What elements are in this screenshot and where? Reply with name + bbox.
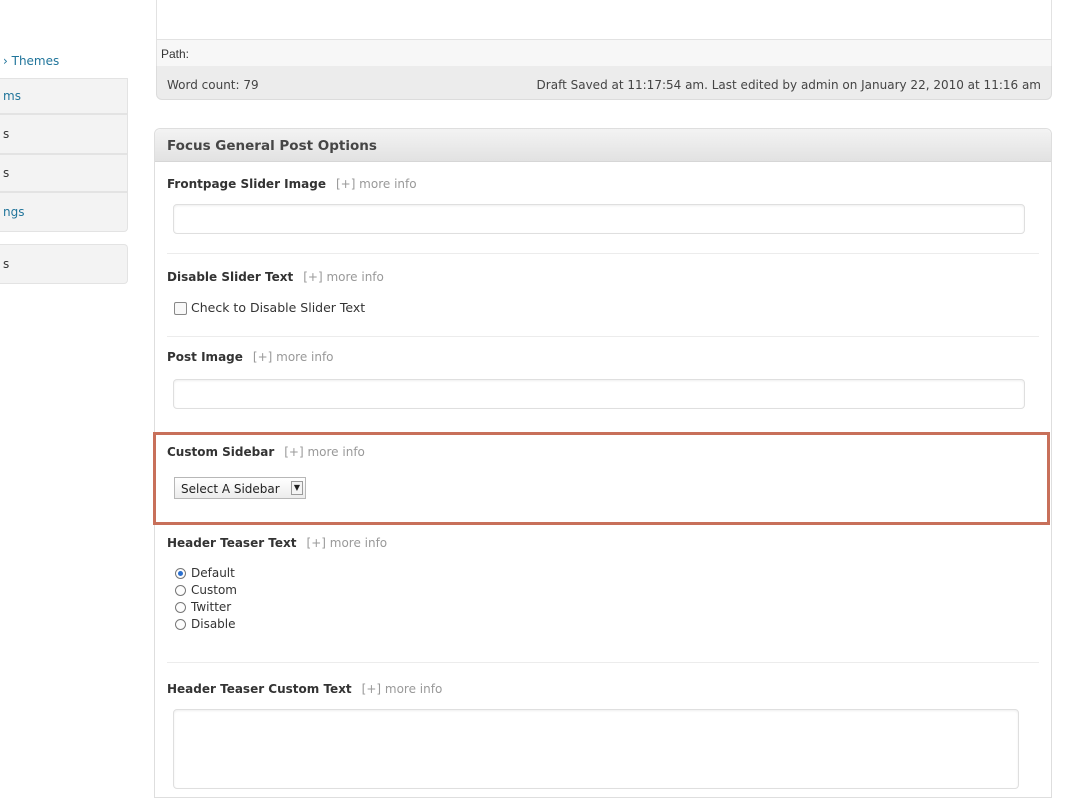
more-info-link[interactable]: [+] more info <box>362 682 443 696</box>
more-info-link[interactable]: [+] more info <box>253 350 334 364</box>
focus-post-options-panel: Focus General Post Options Frontpage Sli… <box>154 128 1052 798</box>
header-teaser-label-text: Header Teaser Text <box>167 536 297 550</box>
post-image-label-text: Post Image <box>167 350 243 364</box>
frontpage-slider-label: Frontpage Slider Image [+] more info <box>167 177 417 191</box>
frontpage-slider-input[interactable] <box>173 204 1025 234</box>
sidebar-item-label: s <box>3 166 10 180</box>
header-teaser-custom-label: Header Teaser Custom Text [+] more info <box>167 682 442 696</box>
header-teaser-custom-textarea[interactable] <box>173 709 1019 789</box>
custom-sidebar-select[interactable]: Select A Sidebar ▼ <box>174 477 306 499</box>
custom-sidebar-label: Custom Sidebar [+] more info <box>167 445 365 459</box>
sidebar-item-label: s <box>3 257 10 271</box>
sidebar-item-label: › Themes <box>3 54 60 68</box>
sidebar-item-4[interactable]: s <box>0 154 128 192</box>
admin-sidebar: › Themes ms s s ngs s <box>0 0 130 798</box>
editor-status-bar: Word count: 79 Draft Saved at 11:17:54 a… <box>156 66 1052 100</box>
panel-title: Focus General Post Options <box>167 138 377 154</box>
radio-default[interactable] <box>175 568 186 579</box>
radio-twitter[interactable] <box>175 602 186 613</box>
radio-custom[interactable] <box>175 585 186 596</box>
radio-custom-label[interactable]: Custom <box>191 583 237 597</box>
path-label: Path: <box>161 47 190 61</box>
disable-slider-label: Disable Slider Text [+] more info <box>167 270 384 284</box>
radio-disable[interactable] <box>175 619 186 630</box>
disable-slider-checkbox-label[interactable]: Check to Disable Slider Text <box>191 300 365 315</box>
more-info-link[interactable]: [+] more info <box>307 536 388 550</box>
post-image-input[interactable] <box>173 379 1025 409</box>
custom-sidebar-label-text: Custom Sidebar <box>167 445 275 459</box>
radio-disable-label[interactable]: Disable <box>191 617 236 631</box>
header-teaser-custom-label-text: Header Teaser Custom Text <box>167 682 352 696</box>
post-editor-area[interactable] <box>156 0 1052 40</box>
frontpage-slider-label-text: Frontpage Slider Image <box>167 177 326 191</box>
sidebar-item-widgets[interactable]: ms <box>0 78 128 114</box>
header-teaser-label: Header Teaser Text [+] more info <box>167 536 387 550</box>
word-count: Word count: 79 <box>167 78 259 92</box>
more-info-link[interactable]: [+] more info <box>303 270 384 284</box>
sidebar-item-label: ms <box>3 89 21 103</box>
sidebar-item-label: s <box>3 127 10 141</box>
dropdown-arrow-icon: ▼ <box>291 481 303 495</box>
sidebar-item-themes[interactable]: › Themes <box>0 50 128 72</box>
panel-header[interactable]: Focus General Post Options <box>155 129 1051 162</box>
sidebar-item-settings[interactable]: ngs <box>0 192 128 232</box>
divider <box>167 253 1039 254</box>
sidebar-item-3[interactable]: s <box>0 114 128 154</box>
disable-slider-label-text: Disable Slider Text <box>167 270 294 284</box>
editor-path-bar: Path: <box>156 40 1052 66</box>
draft-status: Draft Saved at 11:17:54 am. Last edited … <box>536 78 1041 92</box>
radio-twitter-label[interactable]: Twitter <box>191 600 231 614</box>
divider <box>167 336 1039 337</box>
radio-default-label[interactable]: Default <box>191 566 235 580</box>
sidebar-item-6[interactable]: s <box>0 244 128 284</box>
divider <box>167 662 1039 663</box>
sidebar-item-label: ngs <box>3 205 25 219</box>
disable-slider-checkbox[interactable] <box>174 302 187 315</box>
more-info-link[interactable]: [+] more info <box>284 445 365 459</box>
custom-sidebar-select-value: Select A Sidebar <box>181 482 280 496</box>
post-image-label: Post Image [+] more info <box>167 350 334 364</box>
more-info-link[interactable]: [+] more info <box>336 177 417 191</box>
